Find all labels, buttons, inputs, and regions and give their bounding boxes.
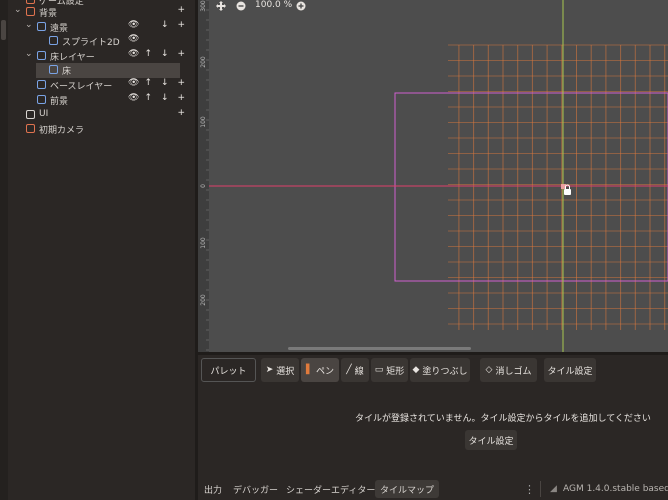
tile-settings-label: タイル設定 xyxy=(547,366,593,377)
fill-tool-label: 塗りつぶし xyxy=(422,366,468,377)
ruler-tick-label: 0 xyxy=(200,184,207,188)
tree-item-label: 床レイヤー xyxy=(50,53,95,63)
pen-tool-label: ペン xyxy=(315,366,334,377)
layer-icon xyxy=(37,95,46,104)
ruler-tick-label: 200 xyxy=(200,294,207,306)
scene-tree-panel: ゲーム設定⌄背景+⌄遠景👁↓+🗑スプライト2D👁🗑⌄床レイヤー👁↑↓+🗑床🗑ベー… xyxy=(8,0,205,500)
pan-move-icon[interactable] xyxy=(216,1,226,11)
sprite-icon xyxy=(49,36,58,45)
layer-icon xyxy=(37,22,46,31)
visibility-eye-icon[interactable]: 👁 xyxy=(128,49,139,59)
viewport-horizontal-scrollbar[interactable] xyxy=(288,347,471,350)
background-group-icon xyxy=(26,7,35,16)
empty-tiles-message: タイルが登録されていません。タイル設定からタイルを追加してください xyxy=(355,414,651,424)
tree-item[interactable]: ⌄遠景👁↓+🗑 xyxy=(8,20,205,35)
tab-output[interactable]: 出力 xyxy=(204,480,222,498)
move-down-icon[interactable]: ↓ xyxy=(161,49,169,59)
move-up-icon[interactable]: ↑ xyxy=(145,93,153,103)
tilemap-icon xyxy=(49,65,58,74)
more-options-icon[interactable]: ⋮ xyxy=(524,480,535,498)
tree-item[interactable]: 初期カメラ xyxy=(8,122,195,137)
tree-item[interactable]: ⌄ 背景 + xyxy=(8,5,195,20)
viewport-canvas[interactable]: 3002001000100200 xyxy=(198,0,668,352)
tree-item[interactable]: 前景👁↑↓+🗑 xyxy=(8,93,205,108)
ruler-tick-label: 100 xyxy=(200,116,207,128)
tree-item-label: 初期カメラ xyxy=(39,126,85,136)
add-child-icon[interactable]: + xyxy=(178,108,186,118)
tile-settings-button[interactable]: タイル設定 xyxy=(465,430,517,450)
move-up-icon[interactable]: ↑ xyxy=(145,49,153,59)
tree-item[interactable]: ⌄床レイヤー👁↑↓+🗑 xyxy=(8,49,205,64)
tree-item[interactable]: ベースレイヤー👁↑↓+🗑 xyxy=(8,78,205,93)
visibility-eye-icon[interactable]: 👁 xyxy=(128,93,139,103)
ruler-tick-label: 200 xyxy=(200,56,207,68)
tree-item[interactable]: UI + xyxy=(8,108,195,123)
eraser-icon: ◇ xyxy=(485,365,493,375)
move-down-icon[interactable]: ↓ xyxy=(161,78,169,88)
select-tool-label: 選択 xyxy=(276,366,295,377)
ruler-tick-label: 100 xyxy=(200,237,207,249)
dock-tab-marker[interactable] xyxy=(1,20,6,40)
tree-item-label: 床 xyxy=(62,67,72,77)
add-child-icon[interactable]: + xyxy=(178,5,186,15)
line-tool-button[interactable]: ╱ 線 xyxy=(341,358,369,382)
expand-chevron-icon[interactable]: ⌄ xyxy=(14,5,22,15)
layer-icon xyxy=(37,51,46,60)
tree-item[interactable]: スプライト2D👁🗑 xyxy=(8,34,205,49)
palette-label: パレット xyxy=(210,366,247,377)
add-child-icon[interactable]: + xyxy=(178,78,186,88)
cursor-arrow-icon: ➤ xyxy=(265,365,274,375)
tree-item-label: 背景 xyxy=(39,9,58,19)
ui-icon xyxy=(26,110,35,119)
line-icon: ╱ xyxy=(346,365,352,375)
pen-icon: ▌ xyxy=(306,365,313,375)
dock-side-strip xyxy=(0,0,8,500)
viewport-bounds-rect xyxy=(394,92,668,282)
rect-tool-button[interactable]: ▭ 矩形 xyxy=(371,358,408,382)
zoom-out-icon[interactable] xyxy=(236,1,246,11)
move-down-icon[interactable]: ↓ xyxy=(161,20,169,30)
expand-chevron-icon[interactable]: ⌄ xyxy=(25,49,33,59)
select-tool-button[interactable]: ➤ 選択 xyxy=(261,358,299,382)
add-child-icon[interactable]: + xyxy=(178,20,186,30)
tile-settings-tab-button[interactable]: タイル設定 xyxy=(544,358,596,382)
eraser-tool-label: 消しゴム xyxy=(495,366,532,377)
tree-item-label: ベースレイヤー xyxy=(50,82,113,92)
eraser-tool-button[interactable]: ◇ 消しゴム xyxy=(480,358,537,382)
status-divider xyxy=(540,481,541,497)
line-tool-label: 線 xyxy=(354,366,364,377)
visibility-eye-icon[interactable]: 👁 xyxy=(128,34,139,44)
zoom-in-icon[interactable] xyxy=(296,1,306,11)
tree-item-label: UI xyxy=(39,109,49,119)
pen-tool-button[interactable]: ▌ ペン xyxy=(301,358,339,382)
scene-viewport[interactable]: 300 200 100 0 100 200 xyxy=(198,0,668,352)
add-child-icon[interactable]: + xyxy=(178,49,186,59)
visibility-eye-icon[interactable]: 👁 xyxy=(128,20,139,30)
tab-shader-editor[interactable]: シェーダーエディター xyxy=(286,480,375,498)
add-child-icon[interactable]: + xyxy=(178,93,186,103)
tree-item-label: 遠景 xyxy=(50,24,69,34)
expand-chevron-icon[interactable]: ⌄ xyxy=(25,20,33,30)
settings-node-icon xyxy=(26,0,35,4)
zoom-level-label[interactable]: 100.0 % xyxy=(255,0,292,10)
tree-item[interactable]: 床🗑 xyxy=(36,63,205,78)
camera-icon xyxy=(26,124,35,133)
engine-logo-icon: ◢ xyxy=(550,484,557,494)
fill-tool-button[interactable]: ◆ 塗りつぶし xyxy=(410,358,470,382)
version-label: AGM 1.4.0.stable based on xyxy=(563,484,668,494)
paint-bucket-icon: ◆ xyxy=(412,365,420,375)
tab-tilemap[interactable]: タイルマップ xyxy=(375,480,440,498)
tree-item-label: スプライト2D xyxy=(62,38,120,48)
palette-tab[interactable]: パレット xyxy=(201,358,256,382)
move-down-icon[interactable]: ↓ xyxy=(161,93,169,103)
tree-item-label: 前景 xyxy=(50,97,69,107)
rectangle-icon: ▭ xyxy=(374,365,384,375)
move-up-icon[interactable]: ↑ xyxy=(145,78,153,88)
layer-icon xyxy=(37,80,46,89)
visibility-eye-icon[interactable]: 👁 xyxy=(128,78,139,88)
tab-debugger[interactable]: デバッガー xyxy=(233,480,278,498)
rect-tool-label: 矩形 xyxy=(386,366,405,377)
